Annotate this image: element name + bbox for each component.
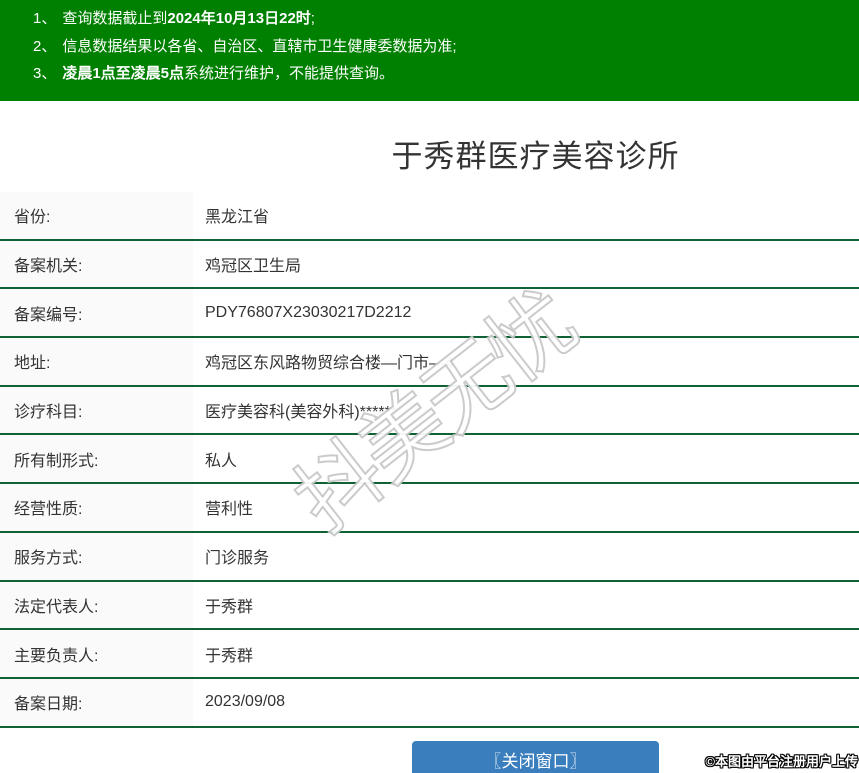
notice-text: 查询数据截止到 (62, 10, 168, 27)
row-value: 营利性 (205, 501, 254, 519)
table-row-business-nature: 经营性质: 营利性 (0, 484, 859, 533)
notice-bar: 1、 查询数据截止到2024年10月13日22时; 2、 信息数据结果以各省、自治区… (0, 0, 859, 101)
notice-text: 信息数据结果以各省、自治区、直辖市卫生健康委数据为准; (62, 37, 457, 55)
notice-number: 3、 (33, 65, 57, 82)
notice-text: ; (310, 10, 315, 27)
table-row-ownership: 所有制形式: 私人 (0, 435, 859, 485)
row-label: 诊疗科目: (0, 386, 193, 434)
notice-text-bold: 2024年10月13日22时 (167, 10, 311, 27)
row-label: 服务方式: (0, 532, 193, 580)
table-row-province: 省份: 黑龙江省 (0, 192, 859, 241)
row-label: 备案编号: (0, 289, 193, 337)
row-value: 鸡冠区东风路物贸综合楼—门市—4 (205, 355, 454, 373)
row-label: 省份: (0, 192, 193, 239)
table-row-filing-authority: 备案机关: 鸡冠区卫生局 (0, 240, 859, 290)
notice-line-2: 2、 信息数据结果以各省、自治区、直辖市卫生健康委数据为准; (33, 33, 849, 61)
row-value: 鸡冠区卫生局 (205, 258, 302, 276)
row-value: 门诊服务 (205, 550, 270, 568)
row-label: 备案日期: (0, 678, 193, 726)
notice-line-1: 1、 查询数据截止到2024年10月13日22时; (33, 5, 849, 33)
row-value: 私人 (205, 452, 238, 470)
row-value: 黑龙江省 (205, 209, 270, 227)
table-row-principal: 主要负责人: 于秀群 (0, 630, 859, 679)
row-label: 地址: (0, 338, 193, 385)
page-title: 于秀群医疗美容诊所 (391, 139, 680, 174)
notice-line-3: 3、 凌晨1点至凌晨5点系统进行维护，不能提供查询。 (33, 60, 849, 88)
title-area: 于秀群医疗美容诊所 (212, 101, 859, 192)
table-row-filing-number: 备案编号: PDY76807X23030217D2212 (0, 289, 859, 339)
table-row-address: 地址: 鸡冠区东风路物贸综合楼—门市—4 (0, 338, 859, 387)
row-value: 2023/09/08 (205, 693, 286, 711)
notice-number: 2、 (33, 37, 57, 55)
row-value: 于秀群 (205, 598, 254, 616)
table-row-filing-date: 备案日期: 2023/09/08 (0, 678, 859, 728)
corner-upload-note: ©本图由平台注册用户上传 (705, 754, 858, 769)
table-row-treatment-subjects: 诊疗科目: 医疗美容科(美容外科)****** (0, 386, 859, 436)
notice-number: 1、 (33, 10, 57, 27)
row-value: 医疗美容科(美容外科)****** (205, 404, 398, 422)
row-value: 于秀群 (205, 647, 254, 665)
notice-text: 系统进行维护，不能提供查询。 (184, 65, 395, 82)
row-label: 所有制形式: (0, 435, 193, 483)
details-table: 省份: 黑龙江省 备案机关: 鸡冠区卫生局 备案编号: PDY76807X230… (0, 192, 859, 728)
table-row-service-mode: 服务方式: 门诊服务 (0, 532, 859, 582)
row-label: 法定代表人: (0, 581, 193, 629)
row-value: PDY76807X23030217D2212 (205, 303, 412, 321)
notice-text-bold: 凌晨1点至凌晨5点 (62, 65, 185, 82)
table-row-legal-representative: 法定代表人: 于秀群 (0, 581, 859, 631)
row-label: 经营性质: (0, 484, 193, 531)
row-label: 备案机关: (0, 240, 193, 288)
close-window-button[interactable]: 〖关闭窗口〗 (412, 740, 659, 773)
row-label: 主要负责人: (0, 630, 193, 677)
